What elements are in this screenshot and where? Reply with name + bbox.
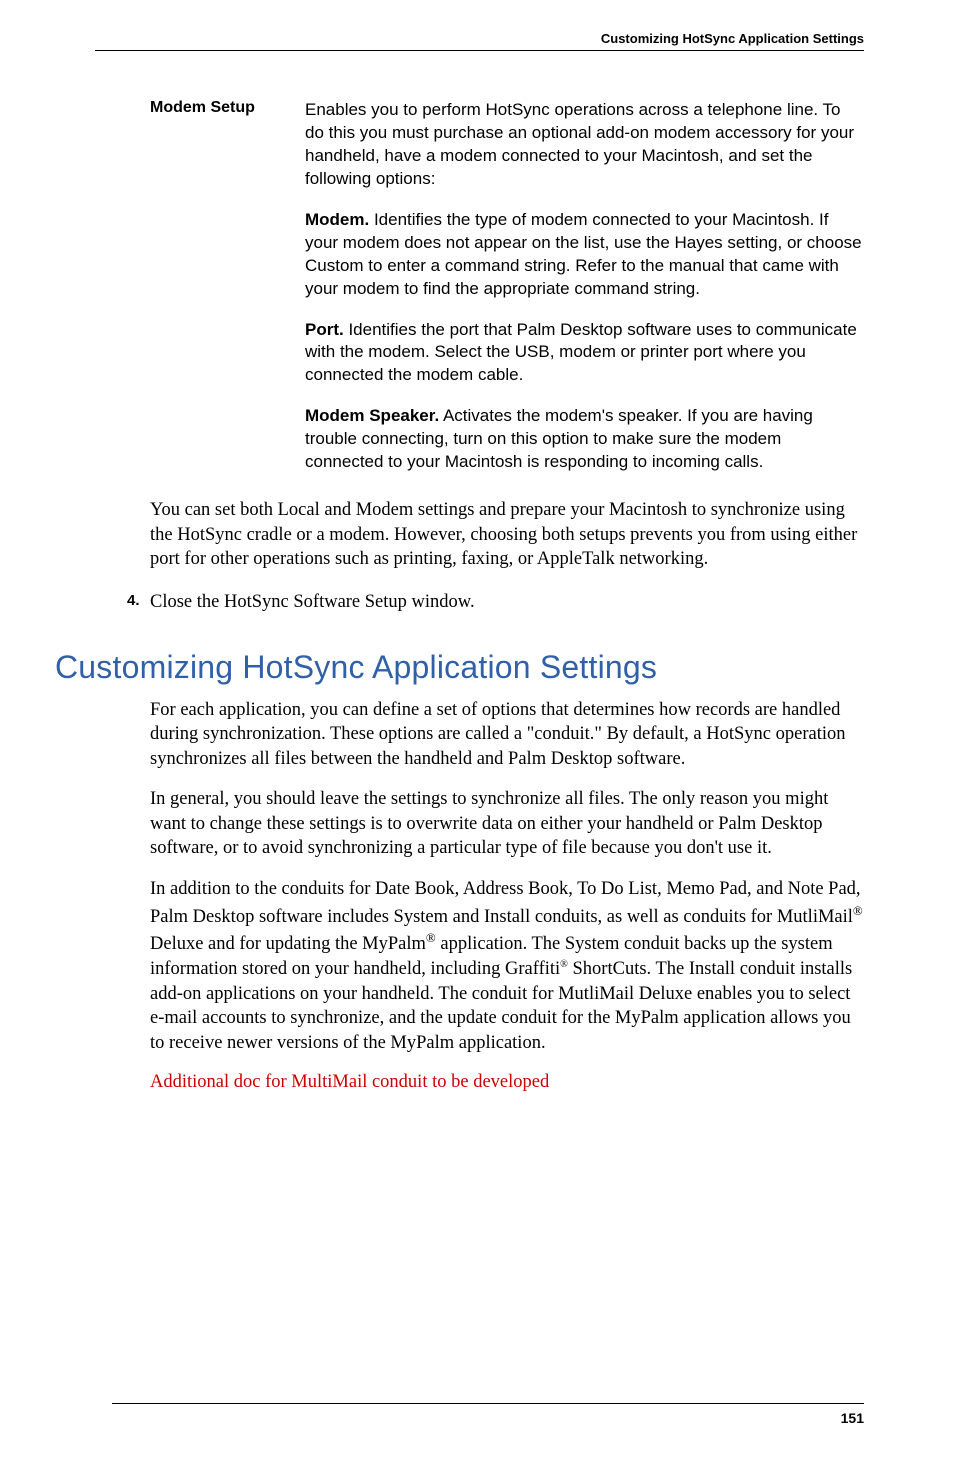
page-number: 151 [841,1410,864,1426]
definition-sub-modem: Modem. Identifies the type of modem conn… [305,209,864,301]
sub-label-port: Port. [305,320,344,339]
sub-text-modem: Identifies the type of modem connected t… [305,210,862,298]
p3-part-a: In addition to the conduits for Date Boo… [150,879,861,927]
para-local-modem-note: You can set both Local and Modem setting… [150,498,864,572]
sub-text-port: Identifies the port that Palm Desktop so… [305,320,857,385]
definition-body: Enables you to perform HotSync operation… [305,99,864,474]
page-footer: 151 [112,1403,864,1428]
step-number: 4. [127,590,150,615]
para-conduits-list: In addition to the conduits for Date Boo… [150,877,864,1055]
editorial-note: Additional doc for MultiMail conduit to … [150,1072,864,1093]
sub-label-speaker: Modem Speaker. [305,406,439,425]
running-header-text: Customizing HotSync Application Settings [601,31,864,46]
registered-icon: ® [560,959,568,970]
step-4: 4. Close the HotSync Software Setup wind… [127,590,864,615]
page-container: Customizing HotSync Application Settings… [0,0,976,1466]
definition-term: Modem Setup [95,99,305,474]
sub-label-modem: Modem. [305,210,369,229]
page-header: Customizing HotSync Application Settings [95,30,864,51]
section-heading: Customizing HotSync Application Settings [55,649,864,686]
step-text: Close the HotSync Software Setup window. [150,590,475,615]
definition-block: Modem Setup Enables you to perform HotSy… [95,99,864,474]
definition-intro: Enables you to perform HotSync operation… [305,99,864,191]
registered-icon: ® [853,903,863,918]
para-conduit-intro: For each application, you can define a s… [150,698,864,772]
p3-part-b: Deluxe and for updating the MyPalm [150,935,426,955]
registered-icon: ® [426,930,436,945]
para-leave-settings: In general, you should leave the setting… [150,787,864,861]
definition-sub-speaker: Modem Speaker. Activates the modem's spe… [305,405,864,474]
definition-sub-port: Port. Identifies the port that Palm Desk… [305,319,864,388]
